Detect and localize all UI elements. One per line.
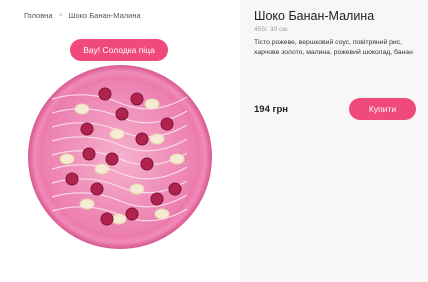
raspberry bbox=[168, 182, 182, 196]
breadcrumb-current-link[interactable]: Шоко Банан-Малина bbox=[69, 11, 141, 20]
raspberry bbox=[80, 122, 94, 136]
raspberry bbox=[65, 172, 79, 186]
breadcrumb-separator: > bbox=[58, 12, 63, 19]
banana-slice bbox=[109, 128, 125, 140]
raspberry bbox=[115, 107, 129, 121]
banana-slice bbox=[59, 153, 75, 165]
breadcrumb: Головна > Шоко Банан-Малина bbox=[24, 11, 141, 20]
raspberry bbox=[130, 92, 144, 106]
raspberry bbox=[135, 132, 149, 146]
promo-badge: Вау! Солодка піца bbox=[70, 39, 168, 61]
raspberry bbox=[105, 152, 119, 166]
raspberry bbox=[98, 87, 112, 101]
raspberry bbox=[125, 207, 139, 221]
raspberry bbox=[140, 157, 154, 171]
product-weight: 455г. 30 см. bbox=[254, 26, 289, 33]
pizza-image bbox=[28, 65, 212, 249]
banana-slice bbox=[111, 213, 127, 225]
raspberry bbox=[150, 192, 164, 206]
product-description: Тісто рожеве, вершковий соус, повітряний… bbox=[254, 39, 413, 56]
raspberry bbox=[100, 212, 114, 226]
product-price: 194 грн bbox=[254, 104, 288, 115]
raspberry bbox=[82, 147, 96, 161]
product-title: Шоко Банан-Малина bbox=[254, 9, 375, 23]
buy-button[interactable]: Купити bbox=[349, 98, 416, 120]
breadcrumb-home-link[interactable]: Головна bbox=[24, 11, 53, 20]
raspberry bbox=[160, 117, 174, 131]
raspberry bbox=[90, 182, 104, 196]
